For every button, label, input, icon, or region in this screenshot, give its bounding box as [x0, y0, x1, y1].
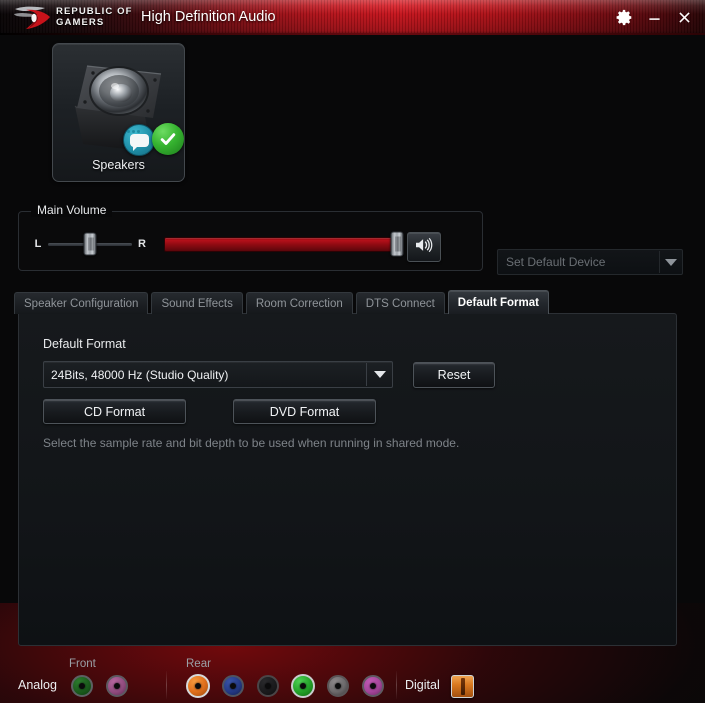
balance-track[interactable]	[48, 232, 132, 256]
speech-bubble-icon	[123, 124, 155, 156]
dvd-format-button[interactable]: DVD Format	[233, 399, 376, 424]
jack-divider-left	[166, 671, 167, 699]
balance-right-label: R	[138, 238, 146, 250]
tab-label: DTS Connect	[365, 297, 435, 310]
rear-side-speaker-jack[interactable]	[257, 675, 279, 697]
brand-text: REPUBLIC OF GAMERS	[56, 6, 133, 28]
rear-line-in-jack[interactable]	[327, 675, 349, 697]
spdif-optical-icon[interactable]	[451, 675, 474, 698]
set-default-device-value: Set Default Device	[506, 255, 606, 269]
brand-line-1: REPUBLIC OF	[56, 6, 133, 17]
front-microphone-jack[interactable]	[106, 675, 128, 697]
rear-line-out-jack[interactable]	[291, 674, 315, 698]
volume-fill	[164, 237, 394, 252]
jack-divider-right	[396, 671, 397, 699]
minimize-icon	[646, 9, 663, 26]
digital-label: Digital	[405, 678, 440, 692]
tab-room-correction[interactable]: Room Correction	[245, 292, 353, 314]
close-button[interactable]	[669, 3, 699, 33]
chevron-down-icon[interactable]	[366, 363, 392, 386]
close-icon	[676, 9, 693, 26]
default-format-dropdown[interactable]: 24Bits, 48000 Hz (Studio Quality)	[43, 361, 393, 388]
window-controls	[609, 0, 699, 35]
gear-icon	[616, 9, 633, 26]
settings-button[interactable]	[609, 3, 639, 33]
front-headphone-jack[interactable]	[71, 675, 93, 697]
balance-slider[interactable]: L R	[31, 232, 149, 256]
rog-eye-logo-icon	[12, 5, 52, 31]
green-check-icon	[152, 123, 184, 155]
page-title: High Definition Audio	[141, 9, 276, 25]
tab-dts-connect[interactable]: DTS Connect	[355, 292, 445, 314]
cd-format-button[interactable]: CD Format	[43, 399, 186, 424]
default-format-label: Default Format	[43, 337, 126, 351]
rear-rear-speaker-jack[interactable]	[222, 675, 244, 697]
rear-group-label: Rear	[186, 658, 211, 670]
set-default-device-dropdown[interactable]: Set Default Device	[497, 249, 683, 275]
minimize-button[interactable]	[639, 3, 669, 33]
tab-sound-effects[interactable]: Sound Effects	[151, 292, 243, 314]
tab-label: Room Correction	[255, 297, 343, 310]
tab-label: Default Format	[457, 296, 539, 309]
title-bar: REPUBLIC OF GAMERS High Definition Audio	[0, 0, 705, 35]
balance-left-label: L	[34, 238, 42, 250]
front-group-label: Front	[69, 658, 96, 670]
chevron-down-icon[interactable]	[659, 251, 682, 273]
default-format-value: 24Bits, 48000 Hz (Studio Quality)	[51, 367, 229, 382]
reset-button[interactable]: Reset	[413, 362, 495, 388]
default-format-panel: Default Format 24Bits, 48000 Hz (Studio …	[18, 313, 677, 646]
device-label: Speakers	[92, 158, 145, 172]
tab-strip: Speaker Configuration Sound Effects Room…	[14, 290, 549, 314]
volume-slider[interactable]	[164, 231, 407, 256]
analog-label: Analog	[18, 678, 57, 692]
tab-speaker-configuration[interactable]: Speaker Configuration	[14, 292, 149, 314]
format-hint-text: Select the sample rate and bit depth to …	[43, 436, 460, 450]
rear-microphone-jack[interactable]	[362, 675, 384, 697]
rear-center-subwoofer-jack[interactable]	[186, 674, 210, 698]
speaker-wave-icon	[414, 237, 434, 258]
tab-label: Sound Effects	[161, 297, 233, 310]
tab-default-format[interactable]: Default Format	[447, 290, 549, 314]
jack-panel: Analog Front Rear Digital	[0, 645, 705, 703]
device-tile-speakers[interactable]: Speakers	[52, 43, 185, 182]
rog-audio-window: REPUBLIC OF GAMERS High Definition Audio	[0, 0, 705, 703]
mute-button[interactable]	[407, 232, 441, 262]
main-volume-legend: Main Volume	[31, 203, 113, 217]
tab-label: Speaker Configuration	[24, 297, 139, 310]
brand-line-2: GAMERS	[56, 17, 105, 28]
balance-thumb[interactable]	[83, 232, 97, 256]
volume-thumb[interactable]	[390, 231, 404, 256]
